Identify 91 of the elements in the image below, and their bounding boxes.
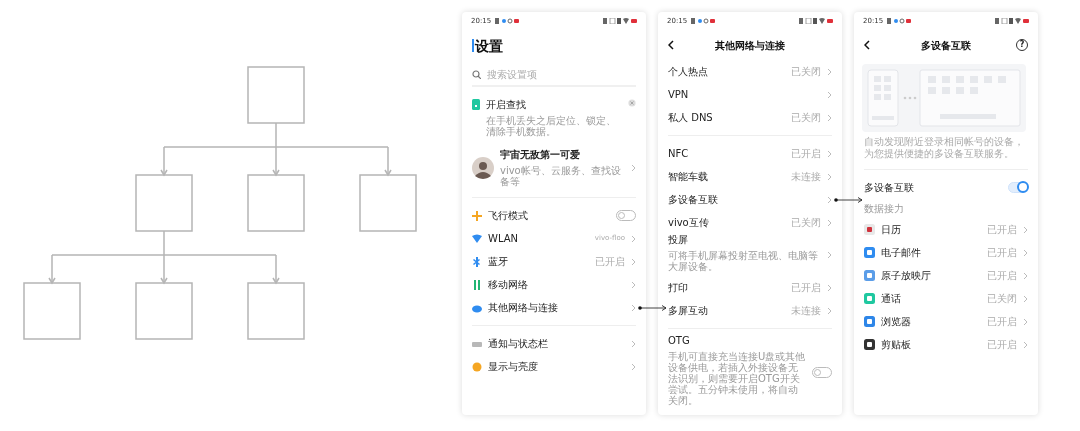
chevron-icon: [1023, 271, 1028, 280]
chevron-icon: [631, 234, 636, 243]
back-icon[interactable]: [864, 40, 870, 50]
chevron-icon: [827, 149, 832, 158]
status-icons-drawing: [995, 18, 1029, 24]
row-label[interactable]: 个人热点: [668, 65, 785, 78]
row-label[interactable]: 电子邮件: [881, 246, 981, 259]
status-value: 已开启: [987, 223, 1017, 237]
chevron-icon: [827, 283, 832, 292]
status-value: 已开启: [595, 255, 625, 269]
row-label[interactable]: OTG: [668, 335, 806, 347]
row-label: 多设备互联: [864, 181, 915, 194]
chevron-icon: [827, 67, 832, 76]
row-label[interactable]: NFC: [668, 147, 785, 160]
toggle-switch[interactable]: [812, 367, 832, 378]
chevron-icon: [1023, 340, 1028, 349]
notification-icons-drawing: [495, 18, 520, 24]
status-value: 已关闭: [791, 216, 821, 230]
row-label[interactable]: 通知与状态栏: [488, 337, 625, 350]
close-icon[interactable]: [628, 99, 636, 107]
card-description: 在手机丢失之后定位、锁定、清除手机数据。: [486, 115, 617, 137]
chevron-icon: [631, 303, 636, 312]
status-value: 未连接: [791, 304, 821, 318]
status-icons-drawing: [603, 18, 637, 24]
status-value: 已开启: [987, 338, 1017, 352]
back-icon[interactable]: [668, 40, 674, 50]
leader-line: [638, 305, 667, 311]
status-value: 已开启: [987, 246, 1017, 260]
phone-icon: [472, 99, 480, 110]
chevron-icon: [1023, 225, 1028, 234]
avatar-icon: [472, 157, 494, 179]
chevron-icon: [1023, 248, 1028, 257]
toggle-switch[interactable]: [1008, 182, 1028, 193]
status-value: 已开启: [987, 315, 1017, 329]
chevron-icon: [827, 195, 832, 204]
chevron-icon: [827, 306, 832, 315]
notification-icons-drawing: [887, 18, 912, 24]
screen-title: 其他网络与连接: [715, 38, 785, 53]
row-label[interactable]: 蓝牙: [488, 255, 589, 268]
row-description: 手机可直接充当连接U盘或其他设备供电，若插入外接设备无法识别，则需要开启OTG开关尝试。五分钟未使用，将自动关闭。: [668, 351, 806, 406]
row-label[interactable]: 显示与亮度: [488, 360, 625, 373]
account-description: vivo帐号、云服务、查找设备等: [500, 165, 622, 187]
chevron-icon: [1023, 317, 1028, 326]
row-label[interactable]: 飞行模式: [488, 209, 610, 222]
row-label[interactable]: 日历: [881, 223, 981, 236]
leader-line: [834, 197, 863, 203]
card-title[interactable]: 开启查找: [486, 99, 622, 111]
toggle-switch[interactable]: [616, 210, 636, 221]
row-label[interactable]: 多设备互联: [668, 193, 821, 206]
search-field[interactable]: 搜索设置项: [487, 66, 607, 82]
search-icon: [472, 69, 481, 79]
row-label[interactable]: 通话: [881, 292, 981, 305]
row-label[interactable]: 浏览器: [881, 315, 981, 328]
row-label[interactable]: WLAN: [488, 232, 589, 245]
status-value: 已开启: [987, 269, 1017, 283]
page-title: 设置: [472, 38, 503, 54]
chevron-icon: [827, 251, 832, 259]
status-value: 已开启: [791, 281, 821, 295]
row-label[interactable]: 打印: [668, 281, 785, 294]
row-label[interactable]: 剪贴板: [881, 338, 981, 351]
notification-icons-drawing: [691, 18, 716, 24]
row-label[interactable]: 其他网络与连接: [488, 301, 625, 314]
status-value: 已开启: [791, 147, 821, 161]
status-value: 未连接: [791, 170, 821, 184]
row-description: 可将手机屏幕投射至电视、电脑等大屏设备。: [668, 250, 819, 272]
chevron-icon: [827, 113, 832, 122]
chevron-icon: [631, 339, 636, 348]
description-text: 自动发现附近登录相同帐号的设备，为您提供便捷的多设备互联服务。: [863, 135, 1025, 161]
chevron-icon: [827, 218, 832, 227]
chevron-icon: [631, 280, 636, 289]
status-value: 已关闭: [987, 292, 1017, 306]
chevron-icon: [827, 90, 832, 99]
status-value: 已关闭: [791, 65, 821, 79]
chevron-icon: [631, 362, 636, 371]
status-icons-drawing: [799, 18, 833, 24]
status-value: 已关闭: [791, 111, 821, 125]
row-label[interactable]: vivo互传: [668, 216, 785, 229]
account-name[interactable]: 宇宙无敌第一可爱: [500, 149, 625, 161]
row-label[interactable]: 智能车载: [668, 170, 785, 183]
row-label[interactable]: VPN: [668, 88, 821, 101]
screen-title: 多设备互联: [921, 38, 971, 53]
chevron-icon: [631, 257, 636, 266]
row-label[interactable]: 移动网络: [488, 278, 625, 291]
section-label: 数据接力: [863, 202, 905, 216]
row-label[interactable]: 多屏互动: [668, 304, 785, 317]
chevron-icon: [631, 164, 636, 172]
row-label[interactable]: 投屏: [668, 234, 821, 246]
chevron-icon: [1023, 294, 1028, 303]
row-label[interactable]: 私人 DNS: [668, 111, 785, 124]
chevron-icon: [827, 172, 832, 181]
row-label[interactable]: 原子放映厅: [881, 269, 981, 282]
